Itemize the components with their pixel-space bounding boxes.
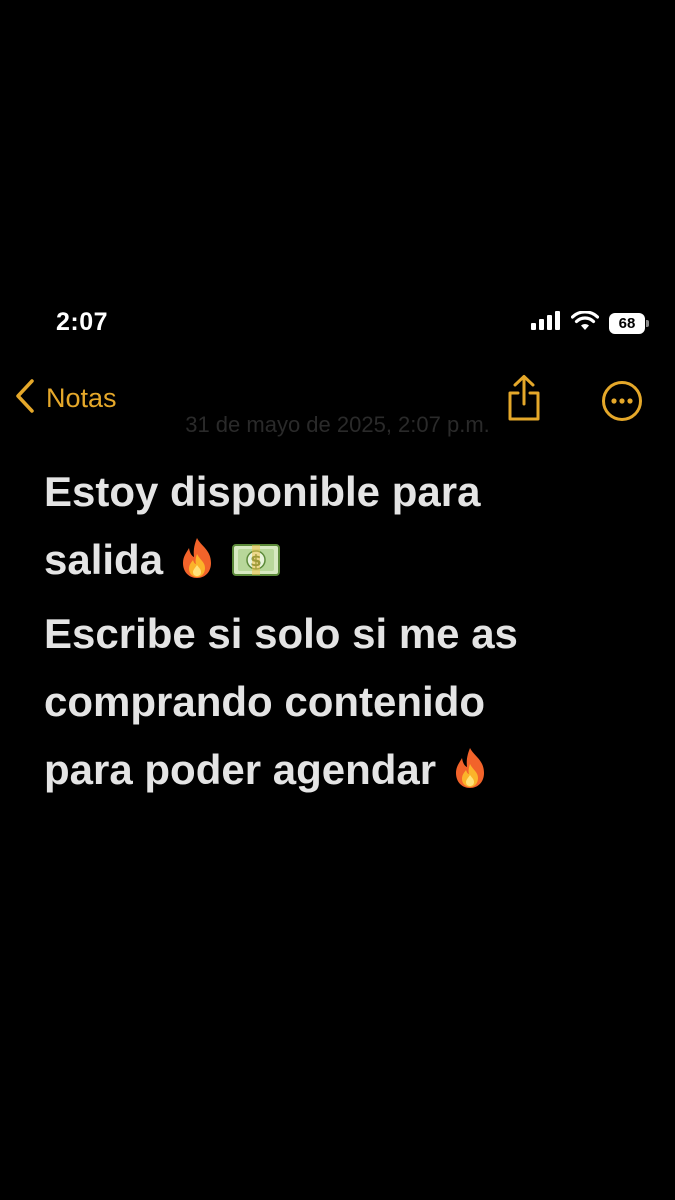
cellular-signal-icon xyxy=(531,311,561,336)
note-line: Estoy disponible para xyxy=(44,468,481,515)
money-emoji-icon: $ xyxy=(231,532,281,600)
note-line: para poder agendar xyxy=(44,736,644,810)
status-indicators: 68 xyxy=(531,310,649,336)
back-label: Notas xyxy=(46,383,117,413)
status-bar: 2:07 68 xyxy=(0,300,675,344)
status-time: 2:07 xyxy=(56,308,109,336)
fire-emoji-icon xyxy=(450,742,490,810)
fire-emoji-icon xyxy=(177,532,217,600)
battery-level: 68 xyxy=(618,315,636,332)
note-body[interactable]: Estoy disponible para salida $ Escribe s… xyxy=(44,458,644,810)
battery-icon: 68 xyxy=(609,313,649,334)
note-line: comprando contenido xyxy=(44,678,485,725)
note-line: salida $ xyxy=(44,526,644,600)
note-line: Escribe si solo si me as xyxy=(44,610,518,657)
note-date: 31 de mayo de 2025, 2:07 p.m. xyxy=(185,412,490,437)
wifi-icon xyxy=(570,310,600,336)
